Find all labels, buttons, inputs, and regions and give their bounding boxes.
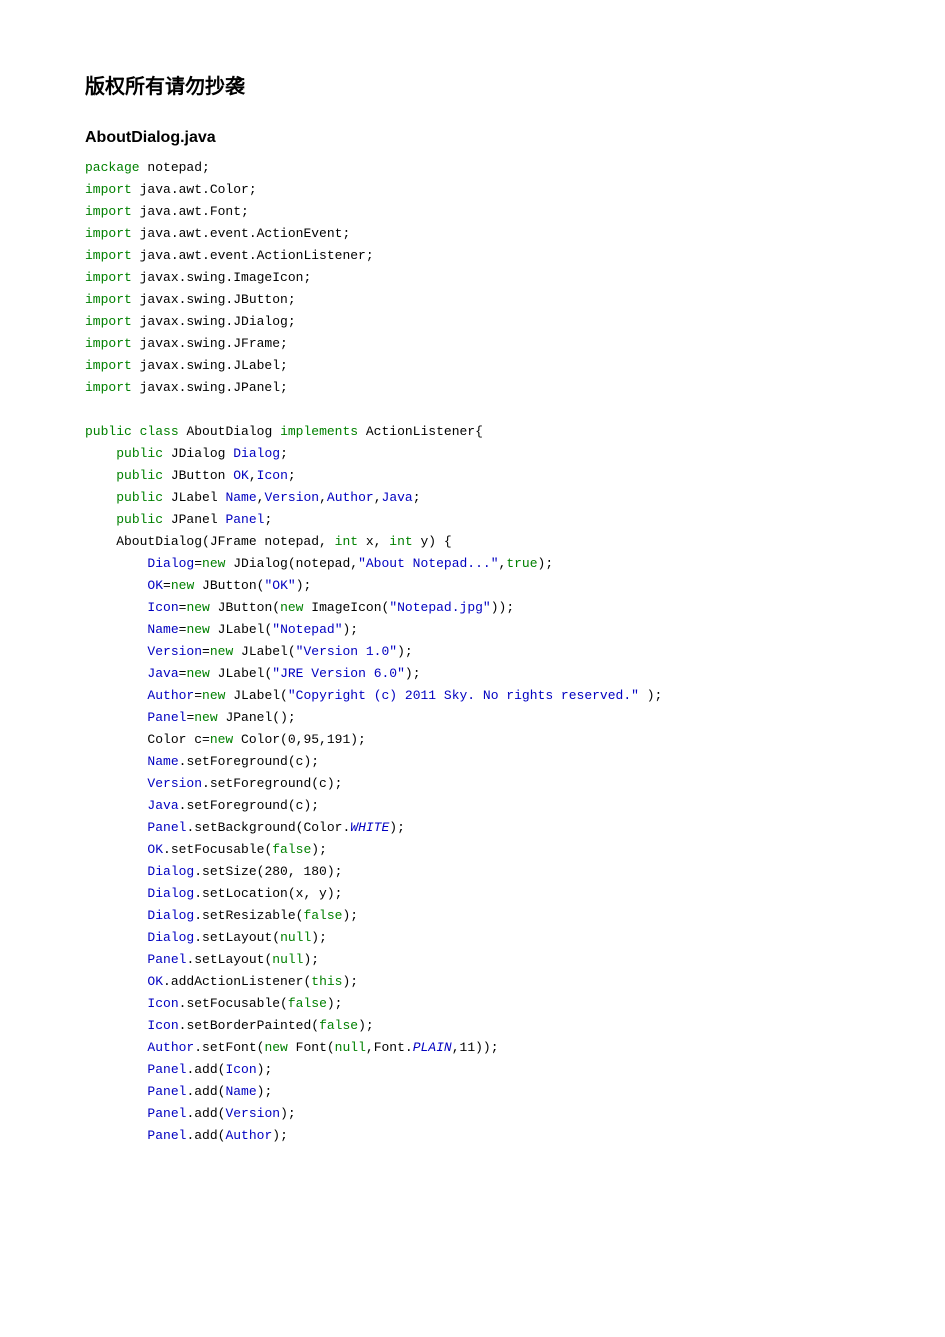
code-block: package notepad; import java.awt.Color; … [85, 157, 860, 1147]
document-page: 版权所有请勿抄袭 AboutDialog.java package notepa… [0, 0, 945, 1337]
file-name-heading: AboutDialog.java [85, 129, 860, 147]
page-title: 版权所有请勿抄袭 [85, 70, 860, 99]
